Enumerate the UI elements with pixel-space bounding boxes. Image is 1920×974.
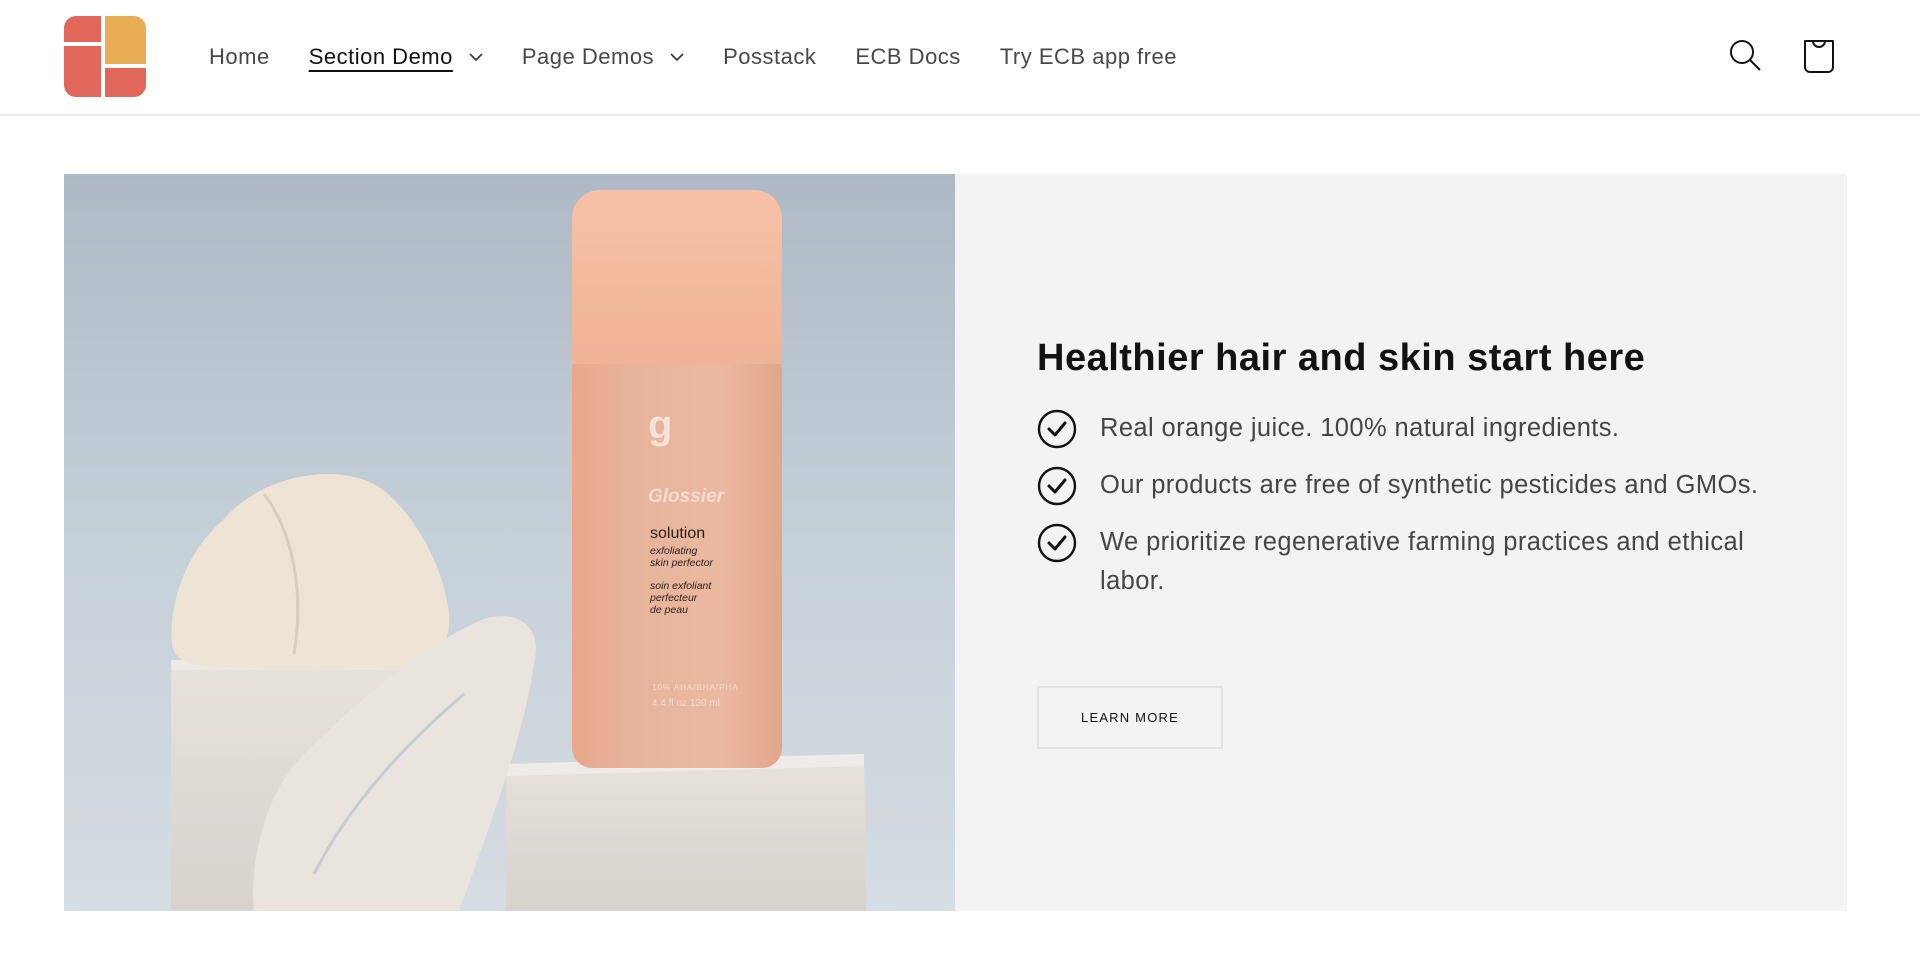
feature-text: We prioritize regenerative farming pract… (1100, 527, 1745, 595)
nav-label: Home (209, 44, 270, 69)
feature-list-item: Our products are free of synthetic pesti… (1037, 466, 1777, 506)
product-photo: g Glossier solution exfoliating skin per… (64, 174, 955, 911)
logo-icon (64, 16, 146, 97)
nav-label: Section Demo (308, 44, 453, 69)
text-content: Healthier hair and skin start here Real … (1037, 336, 1777, 619)
check-circle-icon (1037, 523, 1077, 562)
feature-text: Real orange juice. 100% natural ingredie… (1100, 413, 1620, 442)
bottle-product: solution (650, 525, 705, 542)
feature-list-item: Real orange juice. 100% natural ingredie… (1037, 409, 1777, 449)
bottle-spec: 4.4 fl oz 130 ml (652, 698, 720, 709)
text-panel: Healthier hair and skin start here Real … (955, 174, 1847, 911)
nav-label: ECB Docs (855, 44, 961, 69)
nav-item-ecb-docs[interactable]: ECB Docs (855, 44, 960, 70)
learn-more-button[interactable]: LEARN MORE (1037, 686, 1223, 749)
logo[interactable] (64, 16, 146, 97)
chevron-down-icon (469, 53, 483, 62)
nav-item-page-demos[interactable]: Page Demos (522, 44, 684, 70)
bottle-brand: Glossier (648, 486, 726, 507)
nav-label: Page Demos (521, 44, 655, 69)
product-image: g Glossier solution exfoliating skin per… (64, 174, 955, 911)
check-circle-icon (1037, 466, 1077, 505)
image-with-text-section: g Glossier solution exfoliating skin per… (64, 174, 1847, 911)
bottle-logo-glyph: g (648, 403, 672, 447)
cart-icon (1804, 40, 1834, 73)
search-icon (1730, 40, 1761, 71)
site-header: Home Section Demo Page Demos Posstack EC… (0, 0, 1920, 116)
main-nav: Home Section Demo Page Demos Posstack EC… (209, 0, 1216, 114)
nav-label: Try ECB app free (999, 44, 1177, 69)
feature-text: Our products are free of synthetic pesti… (1100, 470, 1759, 499)
feature-list: Real orange juice. 100% natural ingredie… (1037, 409, 1777, 601)
bottle-subtitle: de peau (650, 604, 688, 616)
feature-list-item: We prioritize regenerative farming pract… (1037, 523, 1777, 601)
nav-item-section-demo[interactable]: Section Demo (309, 44, 483, 70)
chevron-down-icon (670, 53, 684, 62)
nav-item-posstack[interactable]: Posstack (723, 44, 816, 70)
bottle-subtitle: skin perfector (650, 557, 714, 569)
nav-item-home[interactable]: Home (209, 44, 270, 70)
bottle-subtitle: soin exfoliant (650, 580, 712, 592)
check-circle-icon (1037, 409, 1077, 448)
bottle-spec: 10% AHA/BHA/PHA (652, 683, 739, 692)
nav-label: Posstack (723, 44, 817, 69)
bottle-subtitle: perfecteur (649, 592, 698, 604)
search-button[interactable] (1726, 36, 1766, 76)
nav-item-try-ecb-app[interactable]: Try ECB app free (1000, 44, 1177, 70)
section-heading: Healthier hair and skin start here (1037, 337, 1646, 379)
cart-button[interactable] (1799, 36, 1839, 76)
bottle-subtitle: exfoliating (650, 545, 697, 557)
